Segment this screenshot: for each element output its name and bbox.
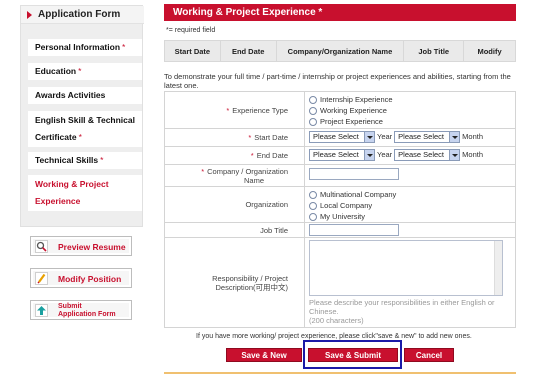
organization-label: Organization [245,200,288,209]
chevron-down-icon [449,150,460,160]
end-year-select[interactable]: Please Select [309,149,375,161]
chevron-down-icon [364,150,374,160]
intro-text: To demonstrate your full time / part-tim… [164,72,511,90]
sidebar-item-working-project-experience[interactable]: Working & Project Experience [28,175,142,211]
radio-working-experience[interactable]: Working Experience [309,105,393,116]
sidebar-item-label-cont: Experience [35,196,81,206]
sidebar-item-label: Awards Activities [35,90,106,100]
sidebar-item-english-skill[interactable]: English Skill & Technical Certificate * [28,111,142,147]
radio-local-company[interactable]: Local Company [309,200,396,211]
experience-form: * Experience Type Internship Experience W… [164,91,516,328]
required-asterisk: * [78,66,82,76]
sidebar-item-label: Technical Skills [35,155,99,165]
sidebar-nav: Application Form Personal Information * E… [20,5,144,227]
sidebar-item-label: Working & Project [35,179,109,189]
column-header-modify: Modify [463,40,516,62]
responsibility-label: Responsibility / Project [212,274,288,283]
column-header-company: Company/Organization Name [275,40,405,62]
modify-position-button[interactable]: Modify Position [30,268,132,288]
upload-arrow-icon [35,304,48,317]
year-label: Year [377,150,393,159]
responsibility-row: Responsibility / Project Description(可用中… [165,238,515,328]
column-header-end-date: End Date [219,40,277,62]
sidebar-item-label: Personal Information [35,42,121,52]
required-asterisk: * [122,42,126,52]
responsibility-textarea[interactable] [309,240,503,296]
start-date-label: Start Date [254,133,288,142]
start-month-select[interactable]: Please Select [394,131,461,143]
arrow-right-icon [27,11,32,19]
required-asterisk: * [78,132,82,142]
save-and-new-button[interactable]: Save & New [226,348,302,362]
sidebar-title: Application Form [38,9,121,20]
magnifier-icon [35,240,48,253]
modify-position-label: Modify Position [58,274,122,284]
end-date-label: End Date [256,151,288,160]
company-name-input[interactable] [309,168,399,180]
experience-type-label: Experience Type [232,105,288,115]
column-header-job-title: Job Title [403,40,465,62]
job-title-input[interactable] [309,224,399,236]
radio-circle-icon [309,212,317,221]
start-date-row: * Start Date Please Select Year Please Sele… [165,129,515,147]
company-row: * Company / Organization Name [165,165,515,187]
experience-list-table: Start Date End Date Company/Organization… [164,40,516,62]
radio-internship-experience[interactable]: Internship Experience [309,94,393,105]
experience-type-row: * Experience Type Internship Experience W… [165,92,515,129]
focus-highlight [303,340,402,369]
chevron-down-icon [364,132,374,142]
preview-resume-button[interactable]: Preview Resume [30,236,132,256]
company-label: Company / Organization [207,166,288,176]
add-more-note: If you have more working/ project experi… [196,333,472,340]
organization-row: Organization Multinational Company Local… [165,187,515,223]
submit-application-button[interactable]: Submit Application Form [30,300,132,320]
required-asterisk: * [250,151,254,160]
sidebar-item-label: English Skill & Technical [35,115,135,125]
responsibility-label-cont: Description(可用中文) [215,283,288,292]
submit-application-label: Submit Application Form [58,303,116,318]
sidebar-item-education[interactable]: Education * [28,63,142,80]
required-asterisk: * [226,105,230,115]
required-asterisk: * [248,133,252,142]
job-title-row: Job Title [165,223,515,238]
radio-circle-icon [309,201,317,210]
radio-circle-icon [309,106,317,115]
radio-circle-icon [309,95,317,104]
sidebar-item-label-cont: Certificate [35,132,77,142]
radio-multinational-company[interactable]: Multinational Company [309,189,396,200]
radio-circle-icon [309,117,317,126]
required-field-note: *= required field [166,27,216,34]
cancel-button[interactable]: Cancel [404,348,454,362]
chevron-down-icon [449,132,460,142]
required-asterisk: * [100,155,104,165]
preview-resume-label: Preview Resume [58,242,126,252]
sidebar-header: Application Form [21,6,144,24]
section-title: Working & Project Experience * [173,7,323,18]
radio-circle-icon [309,190,317,199]
required-asterisk: * [201,166,205,176]
end-date-row: * End Date Please Select Year Please Select… [165,147,515,165]
sidebar-item-label: Education [35,66,77,76]
radio-my-university[interactable]: My University [309,211,396,222]
year-label: Year [377,132,393,141]
column-header-start-date: Start Date [164,40,221,62]
sidebar-item-awards-activities[interactable]: Awards Activities [28,87,142,104]
sidebar-item-technical-skills[interactable]: Technical Skills * [28,152,142,169]
company-label-cont: Name [243,175,264,185]
pencil-icon [35,272,48,285]
sidebar-item-personal-information[interactable]: Personal Information * [28,39,142,56]
radio-project-experience[interactable]: Project Experience [309,116,393,127]
month-label: Month [462,150,484,159]
job-title-label: Job Title [260,225,288,235]
textarea-scrollbar[interactable] [494,241,502,295]
month-label: Month [462,132,484,141]
responsibility-hint: Please describe your responsibilities in… [309,298,495,325]
section-header: Working & Project Experience * [164,4,516,21]
start-year-select[interactable]: Please Select [309,131,375,143]
end-month-select[interactable]: Please Select [394,149,461,161]
